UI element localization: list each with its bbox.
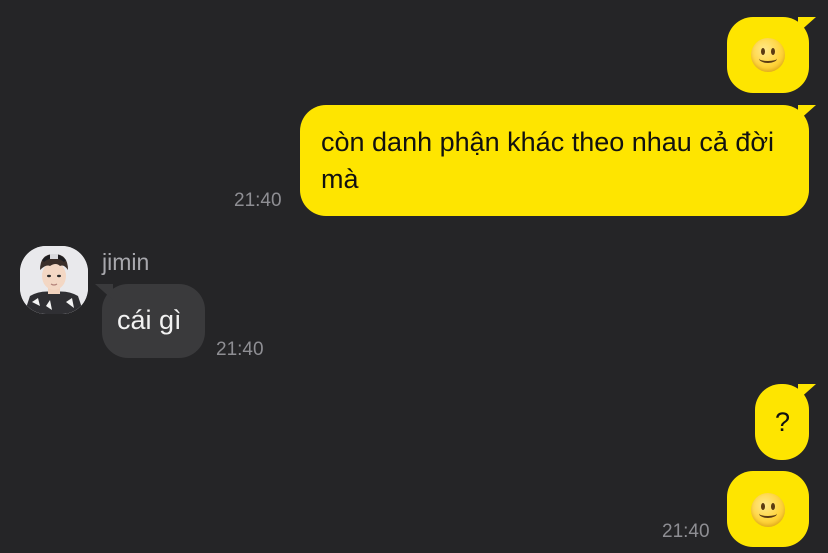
avatar[interactable] (20, 246, 88, 314)
incoming-message-bubble[interactable]: cái gì (102, 284, 205, 358)
message-timestamp: 21:40 (662, 521, 710, 542)
avatar-image (20, 246, 88, 314)
outgoing-message-bubble[interactable] (727, 471, 809, 547)
sender-name: jimin (102, 249, 150, 275)
outgoing-message-bubble[interactable]: còn danh phận khác theo nhau cả đời mà (300, 105, 809, 216)
message-text: còn danh phận khác theo nhau cả đời mà (321, 127, 775, 194)
message-timestamp: 21:40 (234, 190, 282, 211)
message-text: ? (775, 407, 791, 437)
message-timestamp: 21:40 (216, 339, 264, 360)
smiling-face-emoji-icon (751, 493, 785, 527)
smiling-face-emoji-icon (751, 38, 785, 72)
message-text: cái gì (117, 305, 182, 335)
outgoing-message-bubble[interactable] (727, 17, 809, 93)
